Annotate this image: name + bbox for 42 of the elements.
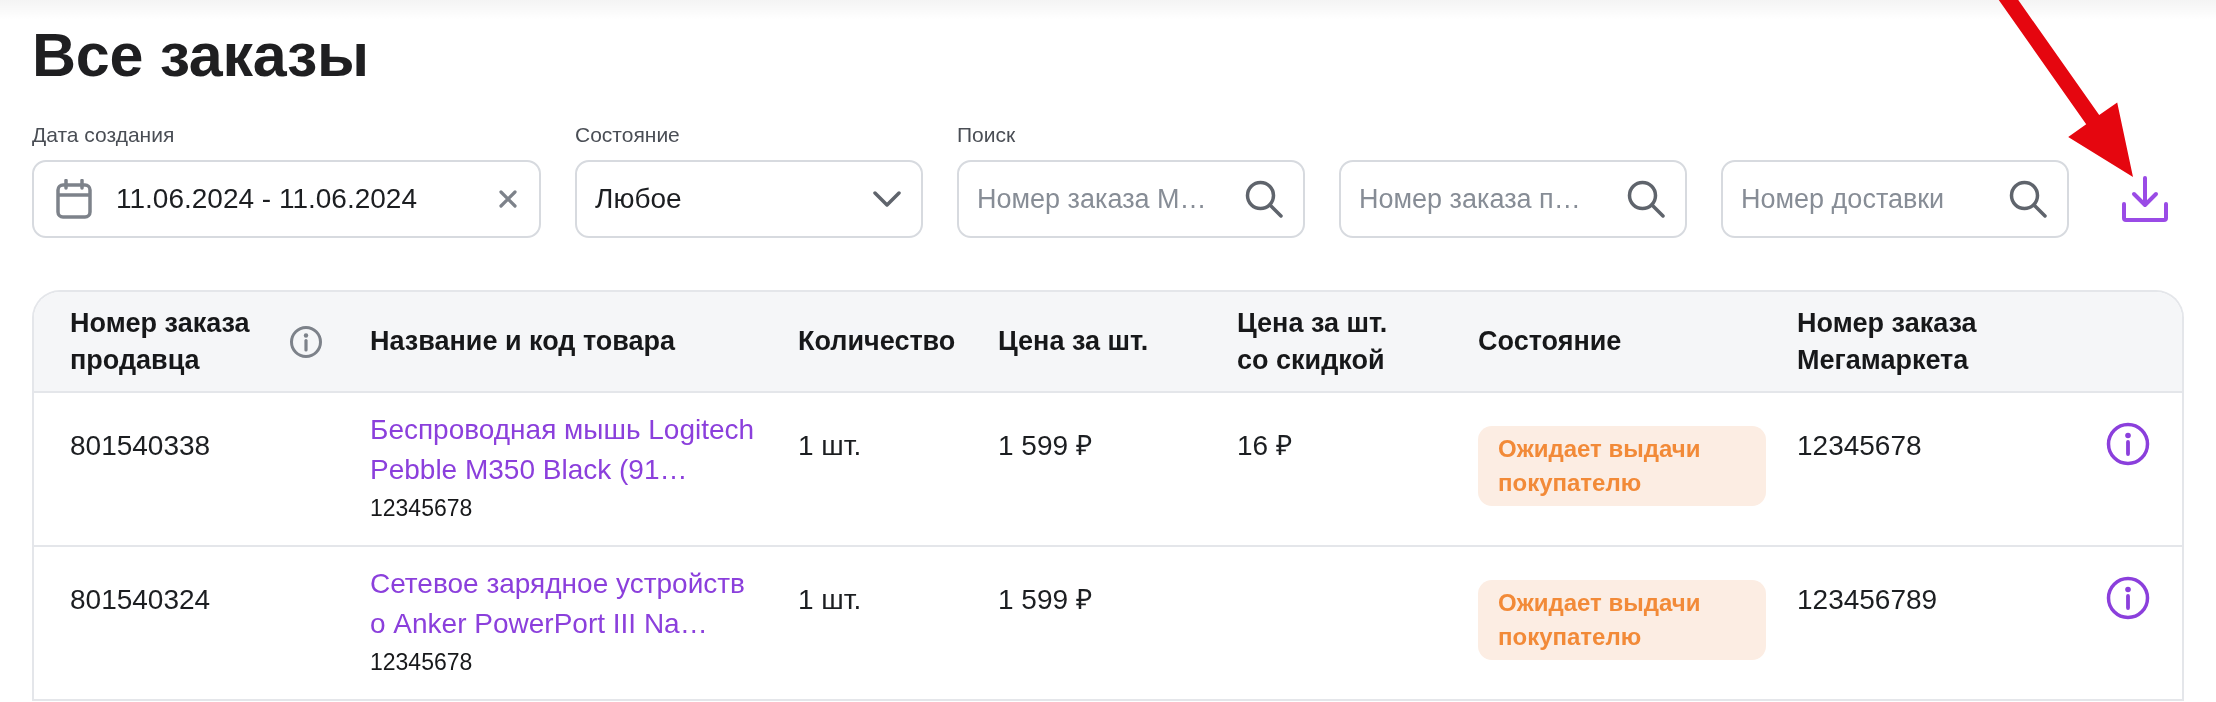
product-link[interactable]: Беспроводная мышь Logitech Pebble M350 Black (91… <box>370 410 758 490</box>
search-field[interactable]: Номер доставки <box>1721 160 2069 238</box>
product-link[interactable]: Сетевое зарядное устройство Anker PowerPort III Na… <box>370 564 758 644</box>
chevron-down-icon <box>873 191 901 207</box>
status-badge: Ожидает выдачи покупателю <box>1478 426 1766 506</box>
info-icon[interactable] <box>289 324 323 359</box>
date-range-field[interactable]: 11.06.2024 - 11.06.2024 <box>32 160 541 238</box>
column-header: Цена за шт. со скидкой <box>1237 306 1389 377</box>
status-select[interactable]: Любое <box>575 160 923 238</box>
column-header: Цена за шт. <box>998 325 1149 358</box>
seller-order-cell-text: 801540338 <box>70 429 212 463</box>
clear-icon[interactable] <box>499 190 517 208</box>
calendar-icon <box>56 179 92 219</box>
price-cell-text: 1 599 ₽ <box>998 429 1093 463</box>
discount-price-cell-text: 16 ₽ <box>1237 429 1293 463</box>
filter-label: Дата создания <box>32 122 176 148</box>
download-icon <box>2121 176 2169 222</box>
search-field[interactable]: Номер заказа М… <box>957 160 1305 238</box>
filter-label: Поиск <box>957 122 1017 148</box>
info-icon[interactable] <box>2106 576 2150 620</box>
filter-label: Состояние <box>575 122 681 148</box>
column-header: Номер заказа продавца <box>70 306 251 377</box>
product-code: 12345678 <box>370 494 474 523</box>
download-button[interactable] <box>2119 174 2171 224</box>
search-icon[interactable] <box>1245 180 1283 218</box>
info-icon[interactable] <box>2106 422 2150 466</box>
seller-order-cell-text: 801540324 <box>70 583 212 617</box>
product-code: 12345678 <box>370 648 474 677</box>
marketplace-order-cell-text: 123456789 <box>1797 583 1939 617</box>
page-title: Все заказы <box>32 22 370 88</box>
status-badge: Ожидает выдачи покупателю <box>1478 580 1766 660</box>
quantity-cell-text: 1 шт. <box>798 429 863 463</box>
marketplace-order-cell-text: 12345678 <box>1797 429 1923 463</box>
search-icon[interactable] <box>2009 180 2047 218</box>
column-header: Количество <box>798 325 956 358</box>
column-header: Название и код товара <box>370 325 676 358</box>
search-field[interactable]: Номер заказа п… <box>1339 160 1687 238</box>
column-header: Состояние <box>1478 325 1622 358</box>
column-header: Номер заказа Мегамаркета <box>1797 306 1978 377</box>
quantity-cell-text: 1 шт. <box>798 583 863 617</box>
price-cell-text: 1 599 ₽ <box>998 583 1093 617</box>
search-icon[interactable] <box>1627 180 1665 218</box>
